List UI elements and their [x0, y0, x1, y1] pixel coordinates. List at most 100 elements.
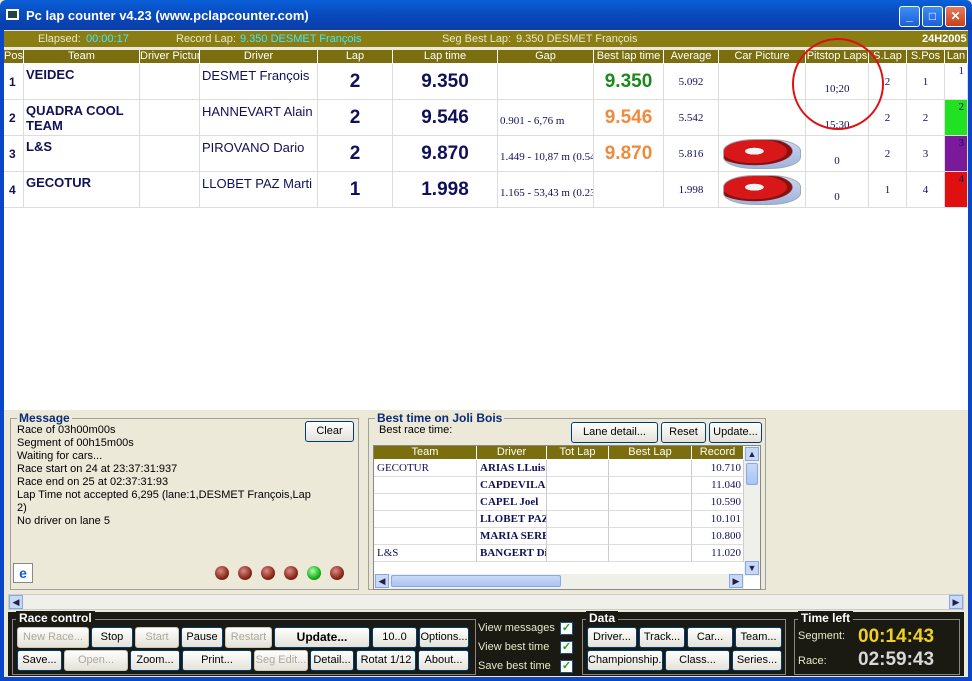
pause-button[interactable]: Pause — [181, 627, 223, 648]
row-1-gap — [498, 64, 594, 100]
row-2-lap_time: 9.546 — [393, 100, 498, 136]
row-1-lane: 1 — [945, 64, 968, 100]
data-title: Data — [586, 611, 619, 625]
new-race-button[interactable]: New Race... — [17, 627, 89, 648]
column-header-dp[interactable]: Driver Picture — [140, 50, 200, 63]
row-4-avg: 1.998 — [664, 172, 719, 208]
row-3-car — [719, 136, 806, 172]
best-row-6-driver: BANGERT Die — [477, 545, 547, 562]
save-button[interactable]: Save... — [17, 650, 62, 671]
options-button[interactable]: Options... — [419, 627, 469, 648]
update-button[interactable]: Update... — [274, 627, 370, 648]
best-column-header-team[interactable]: Team — [374, 446, 477, 459]
column-header-car[interactable]: Car Picture — [719, 50, 806, 63]
row-1-team: VEIDEC — [24, 64, 140, 100]
column-header-avg[interactable]: Average — [664, 50, 719, 63]
best-column-header-tot_lap[interactable]: Tot Lap — [547, 446, 609, 459]
internet-explorer-icon[interactable]: e — [13, 563, 33, 583]
row-3-spos: 3 — [907, 136, 945, 172]
best-row-1-best_lap — [609, 460, 692, 477]
driver-button[interactable]: Driver... — [587, 627, 637, 648]
row-3-lane: 3 — [945, 136, 968, 172]
view-best-time-label: View best time — [478, 641, 550, 653]
row-4-driver: LLOBET PAZ Marti — [200, 172, 318, 208]
print-button[interactable]: Print... — [182, 650, 252, 671]
class-button[interactable]: Class... — [665, 650, 730, 671]
best-row-5-team — [374, 528, 477, 545]
best-row-4-driver: LLOBET PAZ M — [477, 511, 547, 528]
clear-button[interactable]: Clear — [305, 421, 354, 442]
scroll-thumb[interactable] — [391, 575, 561, 587]
best-column-header-best_lap[interactable]: Best Lap — [609, 446, 692, 459]
column-header-best[interactable]: Best lap time — [594, 50, 664, 63]
team-button[interactable]: Team... — [735, 627, 782, 648]
best-column-header-driver[interactable]: Driver — [477, 446, 547, 459]
row-1-pos: 1 — [4, 64, 24, 100]
column-header-pos[interactable]: Pos — [4, 50, 24, 63]
track-button[interactable]: Track... — [639, 627, 685, 648]
rotate-button[interactable]: Rotat 1/12 — [356, 650, 416, 671]
message-line: Race of 03h00m00s — [17, 424, 116, 436]
best-time-table[interactable]: Team Driver Tot Lap Best Lap Record GECOTUR AR… — [373, 445, 761, 590]
save-best-time-checkbox[interactable]: ✓ — [560, 660, 573, 673]
column-header-team[interactable]: Team — [24, 50, 140, 63]
column-header-driver[interactable]: Driver — [200, 50, 318, 63]
best-row-2-driver: CAPDEVILA X — [477, 477, 547, 494]
championship-button[interactable]: Championship... — [587, 650, 668, 671]
scroll-left-icon[interactable]: ◀ — [9, 595, 23, 609]
scroll-down-icon[interactable]: ▼ — [745, 561, 759, 575]
close-button[interactable]: ✕ — [945, 6, 966, 27]
column-header-lap[interactable]: Lap — [318, 50, 393, 63]
row-3-best: 9.870 — [594, 136, 664, 172]
reset-button[interactable]: Reset — [661, 422, 706, 443]
message-line: Lap Time not accepted 6,295 (lane:1,DESM… — [17, 489, 311, 514]
restart-button[interactable]: Restart — [225, 627, 272, 648]
car-button[interactable]: Car... — [687, 627, 733, 648]
row-1-lap_time: 9.350 — [393, 64, 498, 100]
row-3-team: L&S — [24, 136, 140, 172]
minimize-button[interactable]: _ — [899, 6, 920, 27]
scroll-right-icon[interactable]: ▶ — [949, 595, 963, 609]
grid-horizontal-scrollbar[interactable]: ◀ ▶ — [8, 594, 964, 610]
open-button[interactable]: Open... — [64, 650, 128, 671]
detail-button[interactable]: Detail... — [310, 650, 354, 671]
column-header-spos[interactable]: S.Pos — [907, 50, 945, 63]
start-button[interactable]: Start — [135, 627, 179, 648]
view-best-time-checkbox[interactable]: ✓ — [560, 641, 573, 654]
column-header-lane[interactable]: Lan — [945, 50, 968, 63]
message-line: Segment of 00h15m00s — [17, 437, 134, 449]
message-line: No driver on lane 5 — [17, 515, 110, 527]
message-line: Race start on 24 at 23:37:31:937 — [17, 463, 178, 475]
race-control-title: Race control — [16, 611, 95, 625]
scroll-right-icon[interactable]: ▶ — [729, 574, 743, 588]
scroll-left-icon[interactable]: ◀ — [375, 574, 389, 588]
race-grid[interactable]: Pos Team Driver Picture Driver Lap Lap time Ga… — [4, 38, 968, 410]
row-3-pit: 0 — [806, 136, 869, 172]
stop-button[interactable]: Stop — [91, 627, 133, 648]
message-line: Waiting for cars... — [17, 450, 103, 462]
segment-time: 00:14:43 — [858, 626, 935, 647]
column-header-lap_time[interactable]: Lap time — [393, 50, 498, 63]
best-row-5-best_lap — [609, 528, 692, 545]
best-row-4-team — [374, 511, 477, 528]
scroll-up-icon[interactable]: ▲ — [745, 447, 759, 461]
view-messages-checkbox[interactable]: ✓ — [560, 622, 573, 635]
maximize-button[interactable]: □ — [922, 6, 943, 27]
series-button[interactable]: Series... — [732, 650, 782, 671]
row-4-best — [594, 172, 664, 208]
best-time-horizontal-scrollbar[interactable]: ◀ ▶ — [374, 574, 744, 589]
seg-edit-button[interactable]: Seg Edit... — [254, 650, 308, 671]
lane-detail-button[interactable]: Lane detail... — [571, 422, 658, 443]
row-3-pos: 3 — [4, 136, 24, 172]
best-column-header-record[interactable]: Record — [692, 446, 744, 459]
about-button[interactable]: About... — [418, 650, 469, 671]
column-header-gap[interactable]: Gap — [498, 50, 594, 63]
countdown-button[interactable]: 10..0 — [372, 627, 417, 648]
best-row-1-team: GECOTUR — [374, 460, 477, 477]
race-car-icon — [723, 175, 801, 205]
scroll-thumb[interactable] — [746, 463, 758, 485]
best-time-vertical-scrollbar[interactable]: ▲ ▼ — [744, 446, 760, 576]
message-line: Race end on 25 at 02:37:31:93 — [17, 476, 169, 488]
zoom-button[interactable]: Zoom... — [130, 650, 180, 671]
update-best-button[interactable]: Update... — [709, 422, 762, 443]
